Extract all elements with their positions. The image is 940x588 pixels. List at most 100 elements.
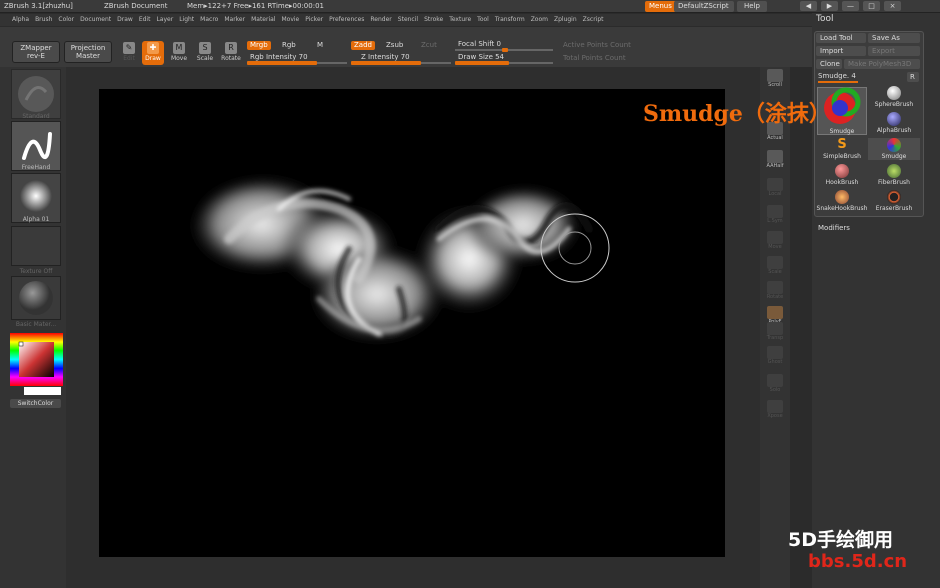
local-icon xyxy=(767,178,783,191)
freehand-stroke-icon xyxy=(12,122,60,170)
brush-hook[interactable]: HookBrush xyxy=(816,164,868,186)
zsub-toggle[interactable]: Zsub xyxy=(383,41,406,50)
load-tool-button[interactable]: Load Tool xyxy=(816,33,866,43)
secondary-color-swatch[interactable] xyxy=(24,387,61,395)
sphere-brush-icon xyxy=(887,86,901,100)
menu-item[interactable]: Stroke xyxy=(424,14,443,26)
help-button[interactable]: Help xyxy=(737,1,767,12)
move-button[interactable]: M Move xyxy=(168,41,190,65)
menu-item[interactable]: Stencil xyxy=(398,14,418,26)
rgb-toggle[interactable]: Rgb xyxy=(279,41,299,50)
menu-item[interactable]: Movie xyxy=(281,14,299,26)
zmapper-label: ZMapper xyxy=(20,44,52,52)
modifiers-section[interactable]: Modifiers xyxy=(818,224,850,232)
scale-button[interactable]: S Scale xyxy=(194,41,216,65)
menu-item[interactable]: Picker xyxy=(305,14,323,26)
menu-item[interactable]: Edit xyxy=(139,14,151,26)
import-button[interactable]: Import xyxy=(816,46,866,56)
zmapper-button[interactable]: ZMapper rev-E xyxy=(12,41,60,63)
menu-item[interactable]: Draw xyxy=(117,14,133,26)
menu-item[interactable]: Transform xyxy=(495,14,525,26)
menu-item[interactable]: Material xyxy=(251,14,275,26)
projection-master-button[interactable]: Projection Master xyxy=(64,41,112,63)
save-as-button[interactable]: Save As xyxy=(868,33,920,43)
focal-shift-label: Focal Shift 0 xyxy=(458,40,501,48)
z-intensity-fill xyxy=(351,61,421,65)
texture-thumb[interactable] xyxy=(11,226,61,266)
rgb-intensity-slider[interactable] xyxy=(247,61,347,65)
color-picker[interactable] xyxy=(10,333,63,386)
layout-left-icon[interactable]: ◀ xyxy=(800,1,817,11)
material-thumb[interactable] xyxy=(11,276,61,320)
shelf-rotate-button[interactable]: Rotate xyxy=(763,281,787,303)
active-points-count: Active Points Count xyxy=(563,41,631,49)
menu-item[interactable]: Light xyxy=(179,14,194,26)
rotate-button[interactable]: R Rotate xyxy=(220,41,242,65)
hook-brush-icon xyxy=(835,164,849,178)
brush-fiber[interactable]: FiberBrush xyxy=(868,164,920,186)
ghost-button[interactable]: Ghost xyxy=(763,346,787,368)
lsym-icon xyxy=(767,205,783,218)
make-polymesh-button[interactable]: Make PolyMesh3D xyxy=(844,59,920,69)
aahalf-button[interactable]: AAHalf xyxy=(763,150,787,172)
brush-smudge-large[interactable]: Smudge xyxy=(816,128,868,135)
current-tool-slider[interactable] xyxy=(818,81,858,83)
minimize-icon[interactable]: — xyxy=(842,1,859,11)
brush-eraser[interactable]: EraserBrush xyxy=(868,190,920,212)
menu-item[interactable]: Brush xyxy=(35,14,52,26)
m-toggle[interactable]: M xyxy=(314,41,326,50)
brush-sphere[interactable]: SphereBrush xyxy=(868,86,920,108)
menu-item[interactable]: Macro xyxy=(200,14,218,26)
lsym-button[interactable]: L.Sym xyxy=(763,205,787,227)
menu-item[interactable]: Layer xyxy=(156,14,173,26)
solo-button[interactable]: Solo xyxy=(763,374,787,396)
edit-button[interactable]: ✎ Edit xyxy=(118,41,140,65)
zadd-toggle[interactable]: Zadd xyxy=(351,41,375,50)
menu-item[interactable]: Zplugin xyxy=(554,14,577,26)
brush-smudge[interactable]: Smudge xyxy=(868,138,920,160)
document-canvas[interactable] xyxy=(99,89,725,557)
menu-item[interactable]: Document xyxy=(80,14,111,26)
menu-item[interactable]: Marker xyxy=(224,14,245,26)
export-button[interactable]: Export xyxy=(868,46,920,56)
standard-brush-thumb[interactable] xyxy=(11,69,61,119)
menu-item[interactable]: Preferences xyxy=(329,14,364,26)
menus-button[interactable]: Menus xyxy=(645,1,676,12)
clone-button[interactable]: Clone xyxy=(816,59,842,69)
zcut-toggle[interactable]: Zcut xyxy=(418,41,440,50)
title-bar: ZBrush 3.1[zhuzhu] ZBrush Document Mem▸1… xyxy=(0,0,940,13)
layout-right-icon[interactable]: ▶ xyxy=(821,1,838,11)
transp-button[interactable]: Transp xyxy=(763,322,787,344)
smudge-brush-icon xyxy=(887,138,901,152)
menu-item[interactable]: Color xyxy=(58,14,74,26)
menu-item[interactable]: Zoom xyxy=(531,14,548,26)
r-button[interactable]: R xyxy=(907,72,919,82)
default-zscript-button[interactable]: DefaultZScript xyxy=(674,1,734,12)
xpose-button[interactable]: Xpose xyxy=(763,400,787,422)
draw-button[interactable]: ✚ Draw xyxy=(142,41,164,65)
menu-item[interactable]: Tool xyxy=(477,14,489,26)
menu-item[interactable]: Texture xyxy=(449,14,471,26)
alpha-brush-icon xyxy=(887,112,901,126)
draw-size-slider[interactable] xyxy=(455,61,553,65)
scroll-button[interactable]: Scroll xyxy=(763,69,787,91)
menu-item[interactable]: Alpha xyxy=(12,14,29,26)
brush-snakehook[interactable]: SnakeHookBrush xyxy=(816,190,868,212)
brush-alpha[interactable]: AlphaBrush xyxy=(868,112,920,134)
shelf-move-button[interactable]: Move xyxy=(763,231,787,253)
maximize-icon[interactable]: □ xyxy=(863,1,880,11)
focal-shift-slider[interactable] xyxy=(455,48,553,52)
scroll-hand-icon xyxy=(767,69,783,82)
menu-item[interactable]: Zscript xyxy=(583,14,604,26)
alpha-icon xyxy=(12,174,60,222)
switchcolor-button[interactable]: SwitchColor xyxy=(10,399,61,408)
local-button[interactable]: Local xyxy=(763,178,787,200)
menu-item[interactable]: Render xyxy=(370,14,391,26)
z-intensity-slider[interactable] xyxy=(351,61,451,65)
close-icon[interactable]: × xyxy=(884,1,901,11)
mrgb-toggle[interactable]: Mrgb xyxy=(247,41,271,50)
brush-simple[interactable]: S SimpleBrush xyxy=(816,138,868,161)
shelf-scale-button[interactable]: Scale xyxy=(763,256,787,278)
current-tool-label: Smudge. 4 xyxy=(818,72,856,80)
menu-bar: Alpha Brush Color Document Draw Edit Lay… xyxy=(0,14,940,26)
